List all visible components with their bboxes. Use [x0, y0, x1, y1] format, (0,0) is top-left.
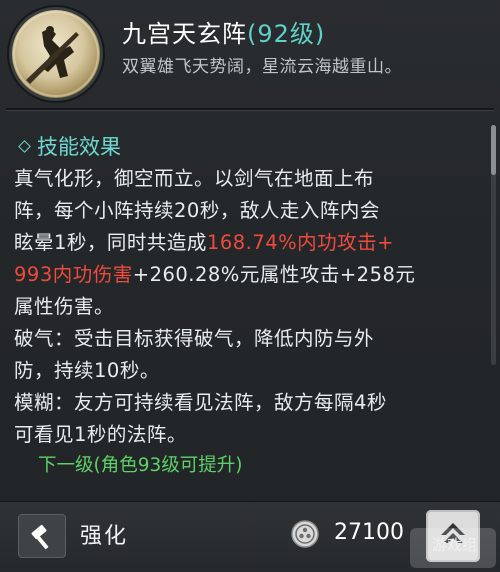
- description-scrollbar[interactable]: [491, 125, 496, 365]
- desc-line: 破气：受击目标获得破气，降低内防与外: [14, 327, 375, 350]
- desc-line: 阵，每个小阵持续20秒，敌人走入阵内会: [14, 199, 380, 222]
- damage-value: 168.74%内功攻击+: [206, 231, 395, 254]
- desc-line: 属性伤害。: [14, 295, 115, 318]
- section-title: 技能效果: [18, 131, 121, 161]
- desc-line: 防，持续10秒。: [14, 359, 160, 382]
- watermark-text: 游戏组: [432, 536, 478, 554]
- skill-subtitle: 双翼雄飞天势阔，星流云海越重山。: [122, 57, 402, 77]
- sword-stance-icon: [12, 10, 100, 98]
- desc-line: 眩晕1秒，同时共造成168.74%内功攻击+: [14, 227, 484, 259]
- skill-header: 九宫天玄阵(92级) 双翼雄飞天势阔，星流云海越重山。: [0, 0, 500, 108]
- desc-text: 眩晕1秒，同时共造成: [14, 231, 207, 254]
- desc-line: 真气化形，御空而立。以剑气在地面上布: [14, 167, 375, 190]
- enhance-label[interactable]: 强化: [80, 518, 128, 550]
- header-divider: [6, 108, 494, 111]
- damage-value: 993内功伤害: [14, 263, 133, 286]
- section-title-text: 技能效果: [37, 135, 121, 159]
- desc-line: 可看见1秒的法阵。: [14, 423, 187, 446]
- skill-title: 九宫天玄阵(92级): [122, 14, 325, 49]
- coin-icon: [291, 520, 319, 548]
- skill-name: 九宫天玄阵: [122, 20, 247, 48]
- enhance-button[interactable]: [18, 514, 66, 558]
- desc-text: +260.28%元属性攻击+258元: [132, 263, 416, 286]
- next-level-hint: 下一级(角色93级可提升): [38, 455, 243, 476]
- skill-level: (92级): [247, 20, 326, 48]
- skill-tooltip-panel: 九宫天玄阵(92级) 双翼雄飞天势阔，星流云海越重山。 技能效果 真气化形，御空…: [0, 0, 500, 572]
- scrollbar-thumb[interactable]: [491, 125, 496, 175]
- skill-description: 真气化形，御空而立。以剑气在地面上布 阵，每个小阵持续20秒，敌人走入阵内会 眩…: [14, 163, 484, 451]
- desc-line: 993内功伤害+260.28%元属性攻击+258元: [14, 259, 484, 291]
- diamond-bullet-icon: [18, 140, 31, 153]
- desc-line: 模糊：友方可持续看见法阵，敌方每隔4秒: [14, 391, 387, 414]
- skill-content: 技能效果 真气化形，御空而立。以剑气在地面上布 阵，每个小阵持续20秒，敌人走入…: [0, 115, 490, 495]
- hammer-icon: [31, 524, 49, 550]
- enhance-cost: 27100: [334, 520, 404, 545]
